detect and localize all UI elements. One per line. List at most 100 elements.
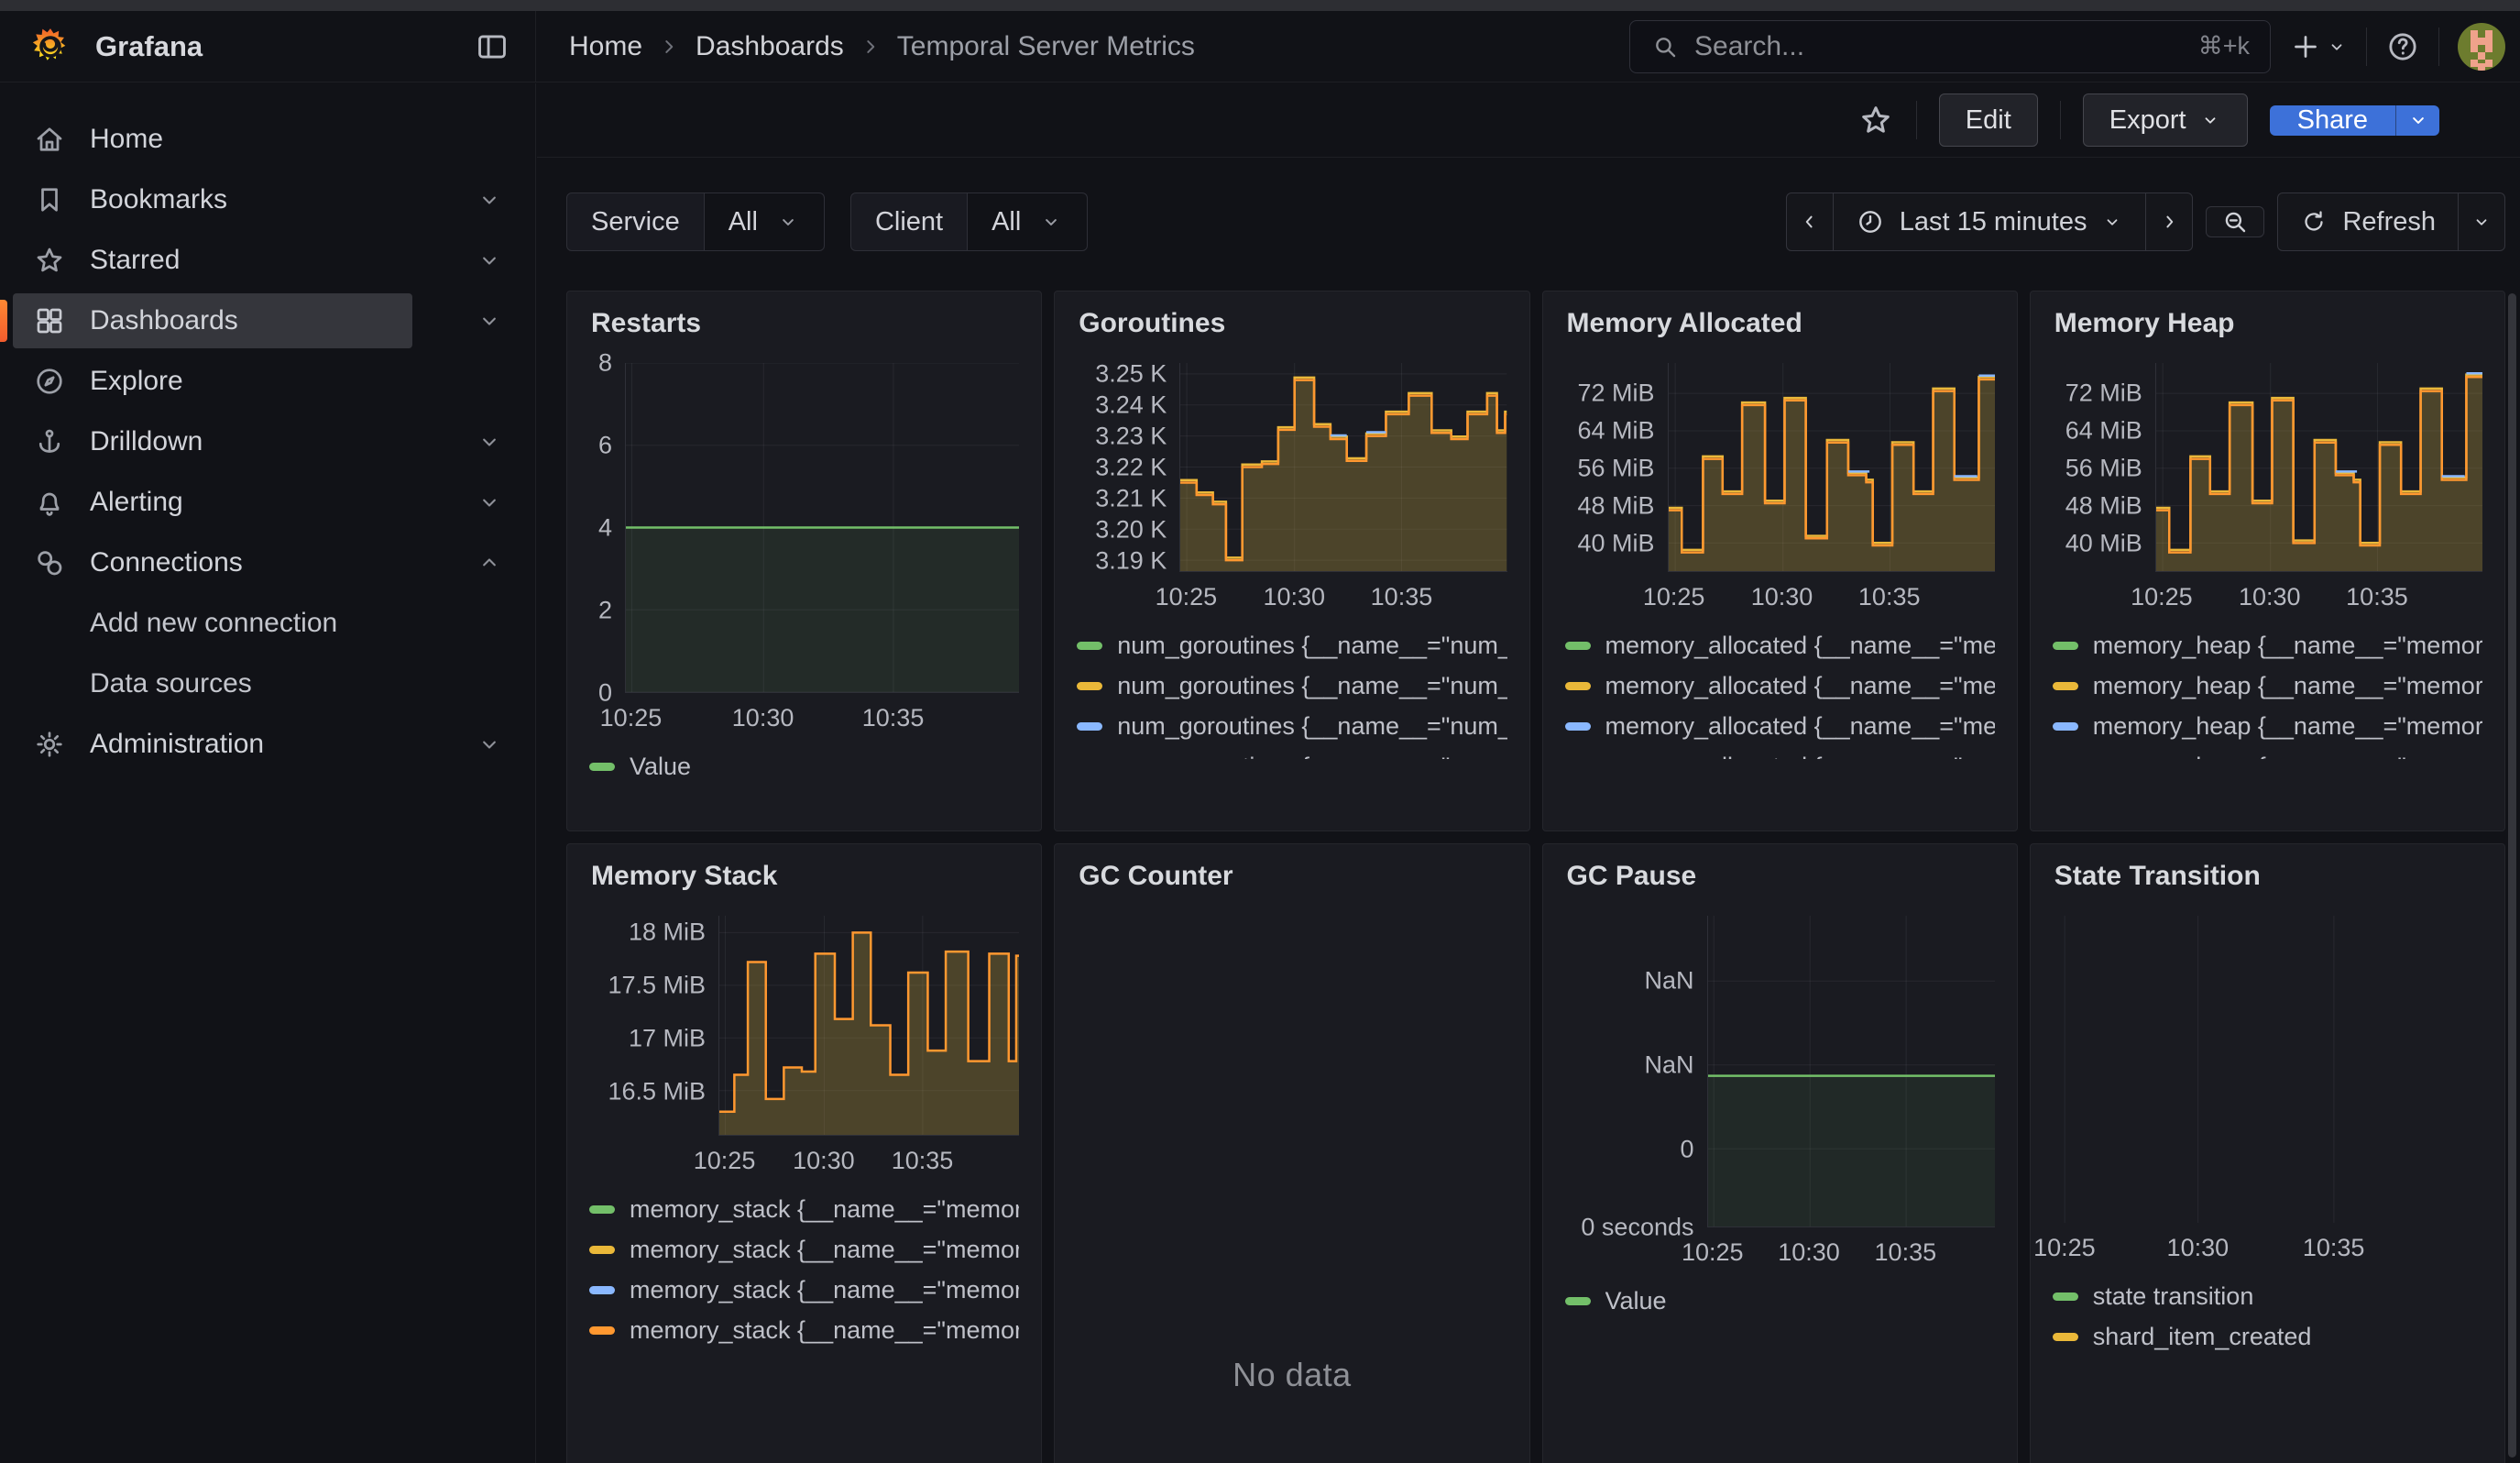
service-select[interactable]: All [705, 192, 825, 251]
y-axis-label: 3.24 K [1095, 390, 1167, 419]
legend-item[interactable]: memory_heap {__name__="memory_h [2053, 746, 2482, 759]
panel-title[interactable]: Memory Allocated [1567, 308, 1995, 339]
legend-item[interactable]: num_goroutines {__name__="num_go [1077, 666, 1507, 706]
chart-goroutines[interactable]: 3.25 K3.24 K3.23 K3.22 K3.21 K3.20 K3.19… [1077, 363, 1507, 610]
sidebar-item-explore[interactable]: Explore [0, 351, 535, 412]
sidebar-item-administration[interactable]: Administration [0, 714, 535, 775]
panel-title[interactable]: GC Pause [1567, 861, 1995, 892]
panel-title[interactable]: Memory Heap [2054, 308, 2482, 339]
sidebar-toggle-icon[interactable] [475, 29, 509, 64]
sidebar-item-add-new-connection[interactable]: Add new connection [0, 593, 535, 654]
zoom-out-button[interactable] [2206, 206, 2264, 237]
sidebar-item-starred[interactable]: Starred [0, 230, 535, 291]
chevron-down-icon[interactable] [477, 732, 502, 757]
chevron-down-icon[interactable] [477, 248, 502, 273]
sidebar-item-alerting[interactable]: Alerting [0, 472, 535, 533]
panel-memory-heap: Memory Heap 72 MiB64 MiB56 MiB48 MiB40 M… [2030, 291, 2505, 831]
legend-item[interactable]: memory_allocated {__name__="memo [1565, 706, 1995, 746]
chart-restarts[interactable]: 8642010:2510:3010:35 [589, 363, 1019, 732]
panel-state-transition: State Transition 10:2510:3010:35 state t… [2030, 843, 2505, 1463]
legend-item[interactable]: memory_heap {__name__="memory_h [2053, 706, 2482, 746]
legend: state transitionshard_item_created [2053, 1276, 2482, 1357]
x-axis-label: 10:35 [892, 1147, 954, 1175]
apps-icon [33, 304, 66, 337]
breadcrumb-home[interactable]: Home [569, 31, 642, 62]
sidebar-item-label: Drilldown [90, 426, 203, 457]
refresh-button[interactable]: Refresh [2277, 192, 2459, 251]
y-axis-label: 18 MiB [629, 918, 706, 947]
search-input[interactable]: Search... ⌘+k [1629, 20, 2271, 73]
chart-state-transition[interactable]: 10:2510:3010:35 [2053, 916, 2482, 1261]
time-shift-forward-button[interactable] [2145, 192, 2193, 251]
legend-item[interactable]: Value [1565, 1281, 1995, 1321]
legend-item[interactable]: memory_allocated {__name__="memo [1565, 666, 1995, 706]
chevron-up-icon[interactable] [477, 550, 502, 576]
y-axis-label: 40 MiB [1577, 530, 1654, 558]
refresh-icon [2300, 208, 2328, 236]
main-content: Edit Export Share Service All [537, 83, 2520, 1463]
client-select[interactable]: All [968, 192, 1088, 251]
divider [1916, 101, 1917, 139]
chart-memory-heap[interactable]: 72 MiB64 MiB56 MiB48 MiB40 MiB10:2510:30… [2053, 363, 2482, 610]
grafana-logo-icon[interactable] [29, 26, 71, 68]
time-shift-back-button[interactable] [1786, 192, 1834, 251]
edit-button[interactable]: Edit [1939, 94, 2038, 147]
sidebar-item-drilldown[interactable]: Drilldown [0, 412, 535, 472]
legend-item[interactable]: Value [589, 746, 1019, 786]
favorite-star-icon[interactable] [1857, 102, 1894, 138]
panel-title[interactable]: State Transition [2054, 861, 2482, 892]
help-icon[interactable] [2385, 29, 2420, 64]
legend-item[interactable]: num_goroutines {__name__="num_go [1077, 706, 1507, 746]
avatar[interactable] [2458, 23, 2505, 71]
refresh-interval-button[interactable] [2458, 192, 2505, 251]
legend-item[interactable]: memory_stack {__name__="memory_s [589, 1310, 1019, 1350]
sidebar-item-dashboards[interactable]: Dashboards [0, 291, 535, 351]
sidebar-item-home[interactable]: Home [0, 109, 535, 170]
export-button[interactable]: Export [2083, 94, 2248, 147]
chart-memory-allocated[interactable]: 72 MiB64 MiB56 MiB48 MiB40 MiB10:2510:30… [1565, 363, 1995, 610]
panel-title[interactable]: GC Counter [1079, 861, 1507, 892]
legend-item[interactable]: memory_stack {__name__="memory_s [589, 1189, 1019, 1229]
chevron-down-icon[interactable] [477, 187, 502, 213]
legend-label: num_goroutines {__name__="num_go [1117, 712, 1507, 741]
sidebar-item-data-sources[interactable]: Data sources [0, 654, 535, 714]
legend-item[interactable]: memory_allocated {__name__="memo [1565, 625, 1995, 666]
legend-item[interactable]: num_goroutines {__name__="num_go [1077, 746, 1507, 759]
legend-item[interactable]: memory_stack {__name__="memory_s [589, 1270, 1019, 1310]
chevron-down-icon[interactable] [477, 429, 502, 455]
add-new-button[interactable] [2289, 30, 2348, 63]
chevron-right-icon [859, 35, 882, 59]
panel-title[interactable]: Restarts [591, 308, 1019, 339]
legend-item[interactable]: shard_item_created [2053, 1316, 2482, 1357]
legend-item[interactable]: memory_heap {__name__="memory_h [2053, 666, 2482, 706]
y-axis-label: 3.21 K [1095, 485, 1167, 513]
chevron-down-icon[interactable] [477, 490, 502, 515]
header-left: Grafana [0, 11, 536, 82]
share-options-button[interactable] [2395, 105, 2439, 136]
time-range-picker[interactable]: Last 15 minutes [1833, 192, 2147, 251]
sidebar-item-connections[interactable]: Connections [0, 533, 535, 593]
legend-item[interactable]: num_goroutines {__name__="num_go [1077, 625, 1507, 666]
legend-swatch-icon [589, 763, 615, 771]
dashboard-toolbar: Edit Export Share [537, 83, 2520, 158]
sidebar-item-bookmarks[interactable]: Bookmarks [0, 170, 535, 230]
chart-gc-pause[interactable]: NaNNaN00 seconds10:2510:3010:35 [1565, 916, 1995, 1266]
panel-title[interactable]: Memory Stack [591, 861, 1019, 892]
search-shortcut: ⌘+k [2198, 32, 2250, 60]
chevron-down-icon [1039, 210, 1063, 234]
legend-item[interactable]: memory_stack {__name__="memory_s [589, 1229, 1019, 1270]
legend-item[interactable]: memory_heap {__name__="memory_h [2053, 625, 2482, 666]
x-axis-label: 10:30 [2167, 1234, 2230, 1262]
chevron-down-icon[interactable] [477, 308, 502, 334]
scrollbar[interactable] [2508, 293, 2516, 1458]
sidebar-item-label: Alerting [90, 487, 183, 518]
legend-item[interactable]: state transition [2053, 1276, 2482, 1316]
legend-label: memory_allocated {__name__="memo [1605, 712, 1995, 741]
legend-swatch-icon [1565, 722, 1591, 731]
chart-memory-stack[interactable]: 18 MiB17.5 MiB17 MiB16.5 MiB10:2510:3010… [589, 916, 1019, 1174]
panel-title[interactable]: Goroutines [1079, 308, 1507, 339]
share-button[interactable]: Share [2270, 105, 2395, 136]
breadcrumb-dashboards[interactable]: Dashboards [696, 31, 844, 62]
breadcrumb-current: Temporal Server Metrics [897, 31, 1195, 62]
legend-item[interactable]: memory_allocated {__name__="memo [1565, 746, 1995, 759]
